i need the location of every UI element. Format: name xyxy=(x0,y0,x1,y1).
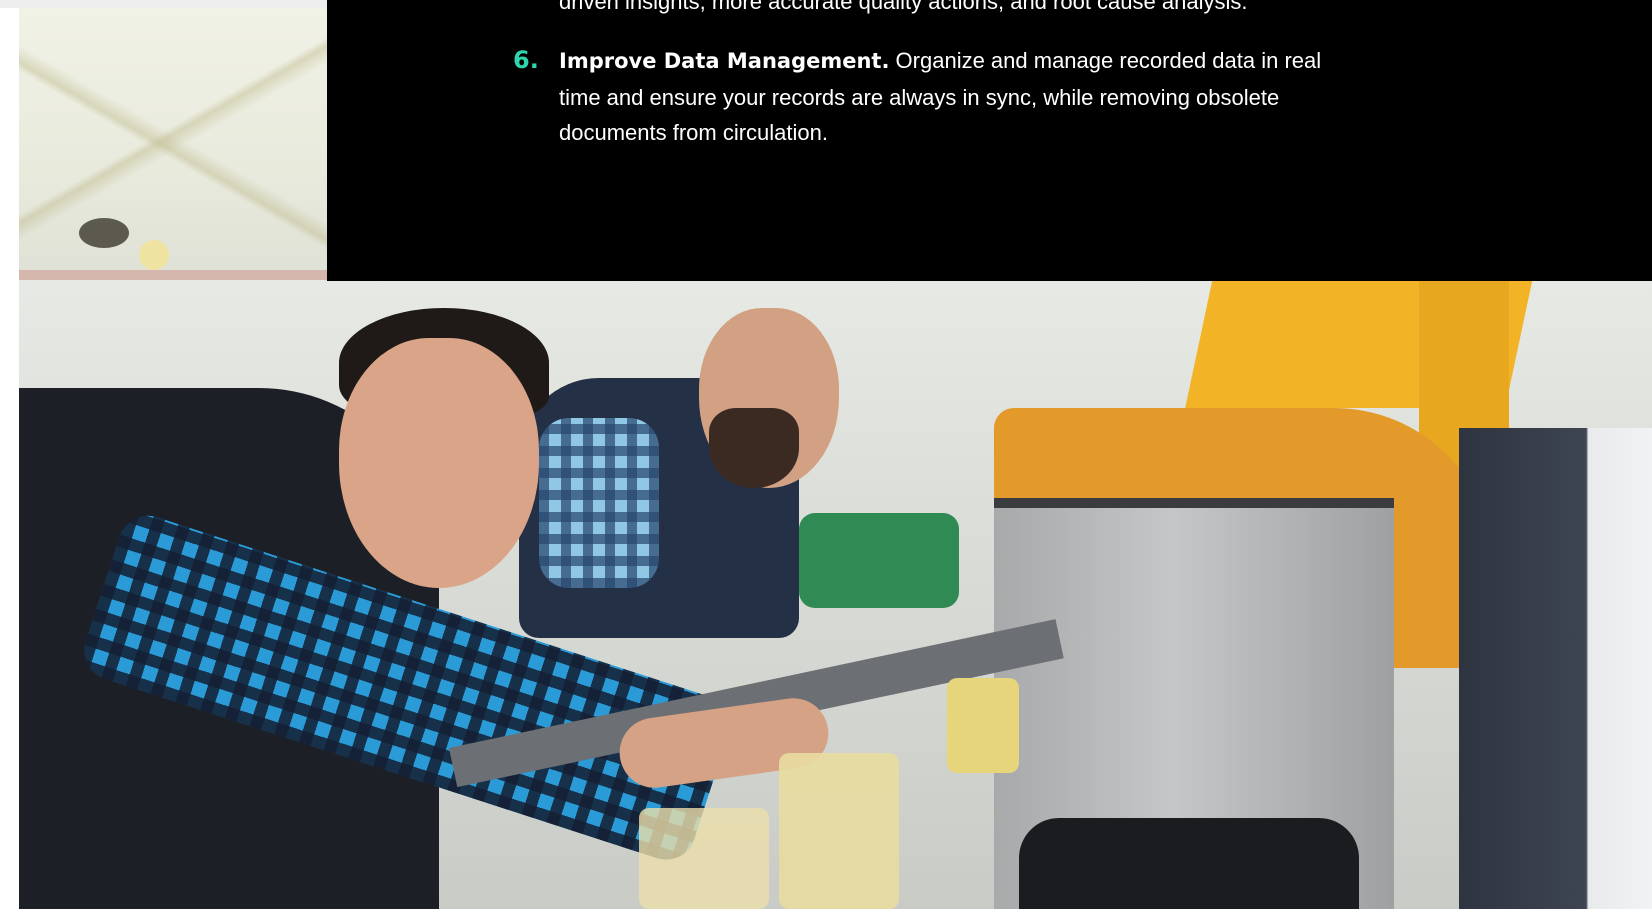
list-item-heading: Improve Data Management. xyxy=(559,49,890,73)
worker-back-shirt xyxy=(539,418,659,588)
previous-item-text: driven insights, more accurate quality a… xyxy=(559,0,1248,14)
background-green-object xyxy=(799,513,959,608)
factory-roof xyxy=(19,8,329,278)
machine-hoses xyxy=(1459,428,1652,909)
conveyor-roller xyxy=(639,808,769,909)
top-divider xyxy=(0,0,327,8)
worker-front-head xyxy=(339,338,539,588)
machine-base xyxy=(1019,818,1359,909)
list-item-number: 6. xyxy=(513,46,539,74)
conveyor-roller xyxy=(779,753,899,909)
ceiling-lamp xyxy=(79,218,129,248)
list-item-text: Improve Data Management. Organize and ma… xyxy=(559,43,1343,151)
conveyor-roller xyxy=(947,678,1019,773)
page: driven insights, more accurate quality a… xyxy=(0,0,1652,909)
benefits-panel: driven insights, more accurate quality a… xyxy=(327,0,1652,281)
list-item: 6. Improve Data Management. Organize and… xyxy=(513,43,1343,151)
worker-back-beard xyxy=(709,408,799,488)
ceiling-light xyxy=(139,240,169,270)
